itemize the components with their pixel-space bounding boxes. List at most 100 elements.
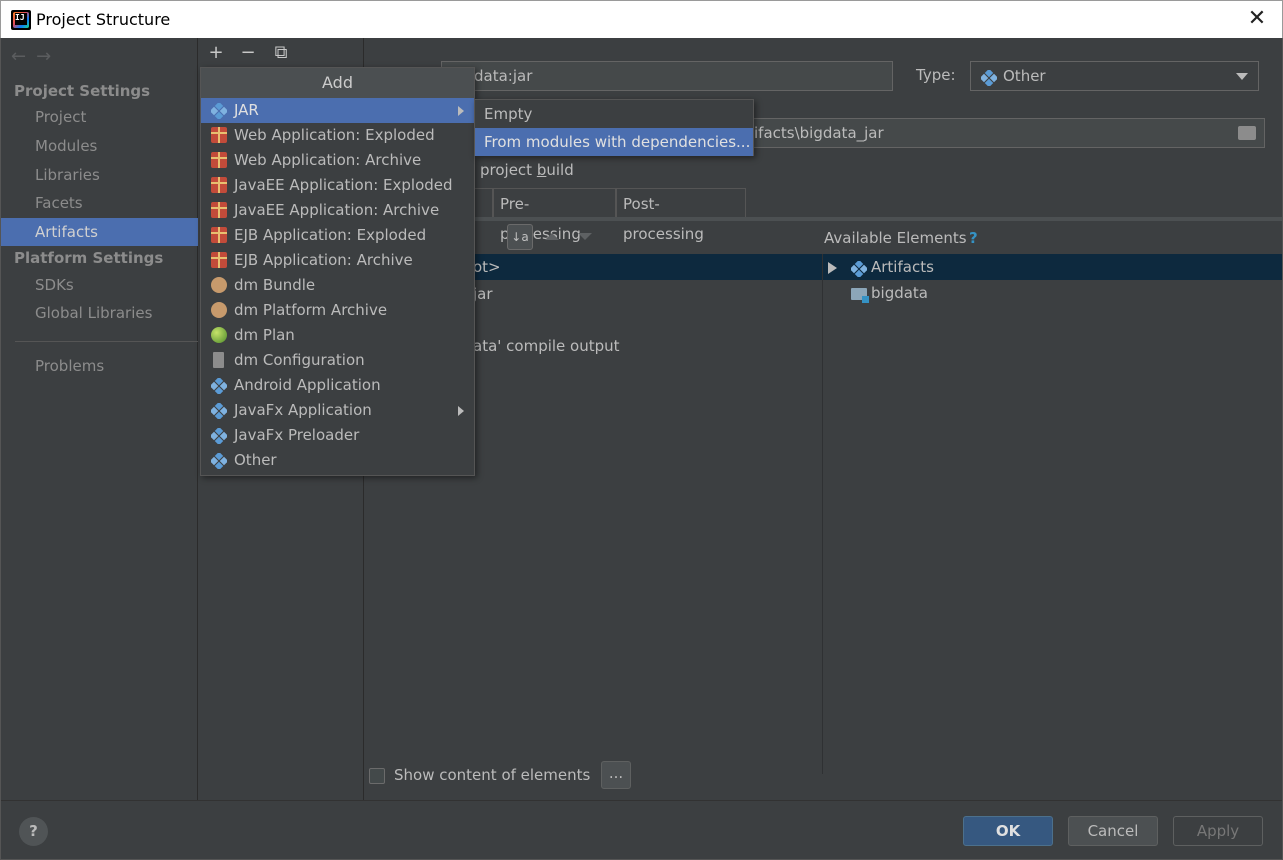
copy-icon[interactable]: ⧉ [270, 42, 292, 63]
more-options-button[interactable]: ... [601, 761, 631, 789]
available-bigdata-label: bigdata [871, 284, 928, 302]
available-artifacts-node[interactable]: Artifacts [851, 258, 934, 277]
include-build-prefix: project [480, 161, 537, 179]
sidebar-divider [15, 341, 198, 342]
platform-settings-header: Platform Settings [14, 249, 164, 267]
move-down-icon[interactable] [578, 233, 592, 240]
help-button[interactable]: ? [19, 817, 48, 846]
module-folder-icon [851, 288, 869, 303]
back-arrow-icon[interactable]: ← [11, 46, 36, 67]
output-directory-value: ifacts\bigdata_jar [754, 124, 884, 142]
nav-arrows: ←→ [11, 46, 61, 67]
selected-row-highlight [365, 254, 1282, 280]
sidebar-item-sdks[interactable]: SDKs [1, 271, 198, 299]
document-icon [213, 352, 224, 368]
layout-compile-output-node[interactable]: ata' compile output [473, 337, 620, 355]
sidebar-item-project[interactable]: Project [1, 103, 198, 131]
include-in-build-label[interactable]: project build [480, 161, 574, 179]
gear-icon [211, 277, 227, 293]
close-icon[interactable]: ✕ [1246, 7, 1268, 31]
menu-item-dm-configuration[interactable]: dm Configuration [201, 348, 474, 373]
artifact-name-field[interactable]: data:jar [441, 61, 893, 91]
tab-post-processing[interactable]: Post-processing [616, 188, 746, 243]
menu-item-label: EJB Application: Archive [234, 251, 413, 269]
menu-item-dm-platform-archive[interactable]: dm Platform Archive [201, 298, 474, 323]
menu-item-label: EJB Application: Exploded [234, 226, 427, 244]
tab-strip-underline [365, 217, 1282, 221]
menu-item-javaee-application-archive[interactable]: JavaEE Application: Archive [201, 198, 474, 223]
menu-item-empty[interactable]: Empty [475, 100, 753, 128]
project-settings-header: Project Settings [14, 82, 151, 100]
sidebar-item-facets[interactable]: Facets [1, 189, 198, 217]
available-bigdata-node[interactable]: bigdata [851, 284, 928, 303]
include-build-mnemonic: b [536, 161, 547, 179]
gift-icon [211, 177, 227, 193]
sidebar-item-libraries[interactable]: Libraries [1, 161, 198, 189]
popup-title: Add [201, 68, 474, 98]
menu-item-label: dm Plan [234, 326, 295, 344]
sort-icon[interactable]: ↓a z [507, 224, 533, 268]
browse-folder-icon[interactable] [1238, 126, 1256, 140]
title-bar: Project Structure ✕ [0, 0, 1283, 38]
move-up-icon[interactable] [545, 233, 559, 240]
remove-icon[interactable]: − [237, 42, 259, 63]
menu-item-label: JavaEE Application: Exploded [234, 176, 453, 194]
expand-arrow-icon[interactable] [828, 262, 837, 274]
menu-item-label: JavaFx Application [234, 401, 372, 419]
diamond-icon [851, 261, 867, 277]
cancel-button[interactable]: Cancel [1068, 816, 1158, 846]
menu-item-from-modules[interactable]: From modules with dependencies... [475, 128, 753, 156]
menu-item-web-application-exploded[interactable]: Web Application: Exploded [201, 123, 474, 148]
menu-item-other[interactable]: Other [201, 448, 474, 473]
diamond-icon [209, 426, 229, 446]
forward-arrow-icon[interactable]: → [36, 46, 61, 67]
sidebar-item-artifacts[interactable]: Artifacts [1, 218, 198, 246]
diamond-icon [209, 451, 229, 471]
intellij-logo-icon [11, 10, 31, 30]
menu-item-ejb-application-exploded[interactable]: EJB Application: Exploded [201, 223, 474, 248]
menu-item-javafx-application[interactable]: JavaFx Application [201, 398, 474, 423]
menu-item-javafx-preloader[interactable]: JavaFx Preloader [201, 423, 474, 448]
layout-jar-node[interactable]: jar [473, 285, 493, 303]
diamond-icon [981, 70, 997, 86]
show-content-checkbox[interactable] [369, 768, 385, 784]
menu-item-dm-plan[interactable]: dm Plan [201, 323, 474, 348]
include-build-suffix: uild [546, 161, 574, 179]
menu-item-web-application-archive[interactable]: Web Application: Archive [201, 148, 474, 173]
sidebar-item-global-libraries[interactable]: Global Libraries [1, 299, 198, 327]
layout-toolbar: ↓a z Available Elements ? [365, 223, 1282, 268]
menu-item-label: dm Configuration [234, 351, 365, 369]
add-icon[interactable]: + [205, 42, 227, 63]
menu-item-dm-bundle[interactable]: dm Bundle [201, 273, 474, 298]
type-select[interactable]: Other [970, 61, 1259, 91]
chevron-down-icon [1236, 73, 1248, 80]
type-select-value: Other [1003, 67, 1046, 85]
tab-pre-processing[interactable]: Pre-processing [493, 188, 616, 243]
apply-button[interactable]: Apply [1173, 816, 1263, 846]
menu-item-jar[interactable]: JAR [201, 98, 474, 123]
layout-root-node[interactable]: ot> [473, 258, 501, 276]
help-icon[interactable]: ? [969, 229, 978, 247]
menu-item-label: dm Platform Archive [234, 301, 388, 319]
menu-item-label: JavaFx Preloader [234, 426, 360, 444]
sidebar-item-problems[interactable]: Problems [1, 352, 198, 380]
menu-item-label: Other [234, 451, 277, 469]
diamond-icon [209, 401, 229, 421]
available-artifacts-label: Artifacts [871, 258, 934, 276]
sidebar-item-modules[interactable]: Modules [1, 132, 198, 160]
menu-item-label: Web Application: Archive [234, 151, 422, 169]
jar-submenu: Empty From modules with dependencies... [474, 99, 754, 156]
menu-item-label: dm Bundle [234, 276, 316, 294]
menu-item-label: JAR [234, 101, 259, 119]
menu-item-android-application[interactable]: Android Application [201, 373, 474, 398]
available-elements-label: Available Elements [824, 229, 967, 247]
menu-item-ejb-application-archive[interactable]: EJB Application: Archive [201, 248, 474, 273]
show-content-label[interactable]: Show content of elements [394, 766, 590, 784]
globe-icon [211, 327, 227, 343]
menu-item-javaee-application-exploded[interactable]: JavaEE Application: Exploded [201, 173, 474, 198]
column-divider [822, 254, 823, 774]
add-artifact-popup: Add JAR Web Application: Exploded Web Appl… [200, 67, 475, 476]
ok-button[interactable]: OK [963, 816, 1053, 846]
gift-icon [211, 227, 227, 243]
gift-icon [211, 202, 227, 218]
